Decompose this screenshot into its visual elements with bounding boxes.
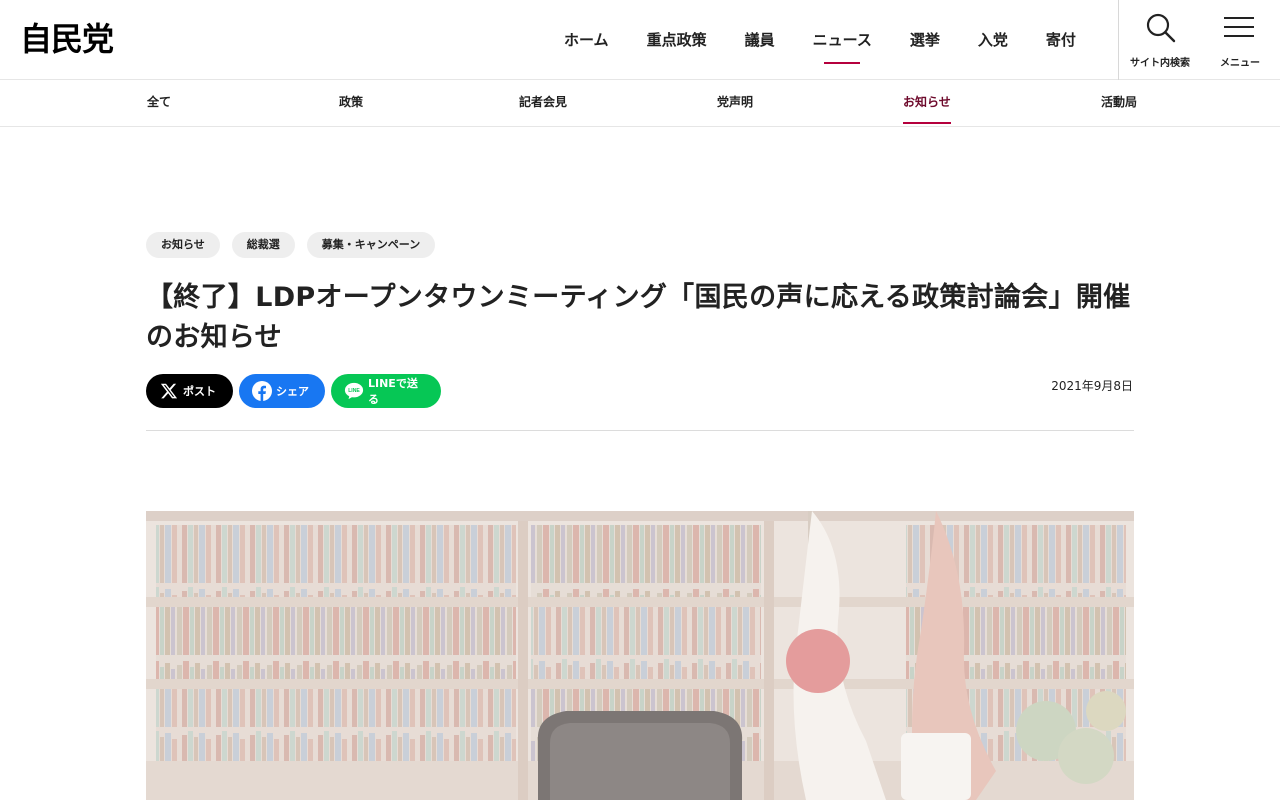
share-facebook-button[interactable]: シェア xyxy=(239,374,325,408)
menu-label: メニュー xyxy=(1220,58,1260,69)
search-icon xyxy=(1146,13,1176,43)
subnav-party-statement[interactable]: 党声明 xyxy=(717,81,753,127)
subnav-press-conference[interactable]: 記者会見 xyxy=(519,81,567,127)
svg-text:LINE: LINE xyxy=(348,388,360,394)
share-x-button[interactable]: ポスト xyxy=(146,374,233,408)
publish-date: 2021年9月8日 xyxy=(1051,379,1133,393)
tag-presidential-election[interactable]: 総裁選 xyxy=(231,232,295,258)
subnav-notices[interactable]: お知らせ xyxy=(903,81,951,127)
hamburger-icon xyxy=(1224,17,1254,37)
hero-illustration xyxy=(146,511,1134,800)
site-header: 自民党 ホーム 重点政策 議員 ニュース 選挙 入党 寄付 サイト内検索 メニュ… xyxy=(0,0,1280,80)
nav-item-join[interactable]: 入党 xyxy=(959,0,1027,80)
subnav-policy[interactable]: 政策 xyxy=(339,81,363,127)
title-divider xyxy=(146,430,1134,431)
share-facebook-label: シェア xyxy=(276,385,309,398)
news-category-nav: 全て 政策 記者会見 党声明 お知らせ 活動局 xyxy=(0,81,1280,127)
nav-item-donate[interactable]: 寄付 xyxy=(1027,0,1095,80)
menu-button[interactable]: メニュー xyxy=(1200,0,1280,80)
header-divider xyxy=(1118,0,1119,80)
nav-item-policy[interactable]: 重点政策 xyxy=(628,0,726,80)
site-logo[interactable]: 自民党 xyxy=(20,20,114,58)
nav-item-news[interactable]: ニュース xyxy=(794,0,891,80)
tag-campaign[interactable]: 募集・キャンペーン xyxy=(306,232,436,258)
nav-item-members[interactable]: 議員 xyxy=(726,0,794,80)
share-buttons: ポスト シェア LINE LINEで送る xyxy=(146,374,441,408)
nav-item-election[interactable]: 選挙 xyxy=(891,0,959,80)
search-label: サイト内検索 xyxy=(1130,58,1190,69)
share-x-label: ポスト xyxy=(183,385,216,398)
site-search-button[interactable]: サイト内検索 xyxy=(1120,0,1200,80)
share-line-button[interactable]: LINE LINEで送る xyxy=(331,374,441,408)
main-nav: ホーム 重点政策 議員 ニュース 選挙 入党 寄付 xyxy=(545,0,1095,80)
line-logo-icon: LINE xyxy=(344,381,364,401)
article-hero-image xyxy=(146,511,1134,800)
article-tags: お知らせ 総裁選 募集・キャンペーン xyxy=(146,232,436,258)
article-title: 【終了】LDPオープンタウンミーティング「国民の声に応える政策討論会」開催のお知… xyxy=(146,282,1131,353)
tag-notice[interactable]: お知らせ xyxy=(146,232,220,258)
x-logo-icon xyxy=(159,381,179,401)
subnav-all[interactable]: 全て xyxy=(147,81,171,127)
nav-item-home[interactable]: ホーム xyxy=(545,0,628,80)
facebook-logo-icon xyxy=(252,381,272,401)
share-line-label: LINEで送る xyxy=(368,377,418,406)
subnav-activities[interactable]: 活動局 xyxy=(1101,81,1137,127)
